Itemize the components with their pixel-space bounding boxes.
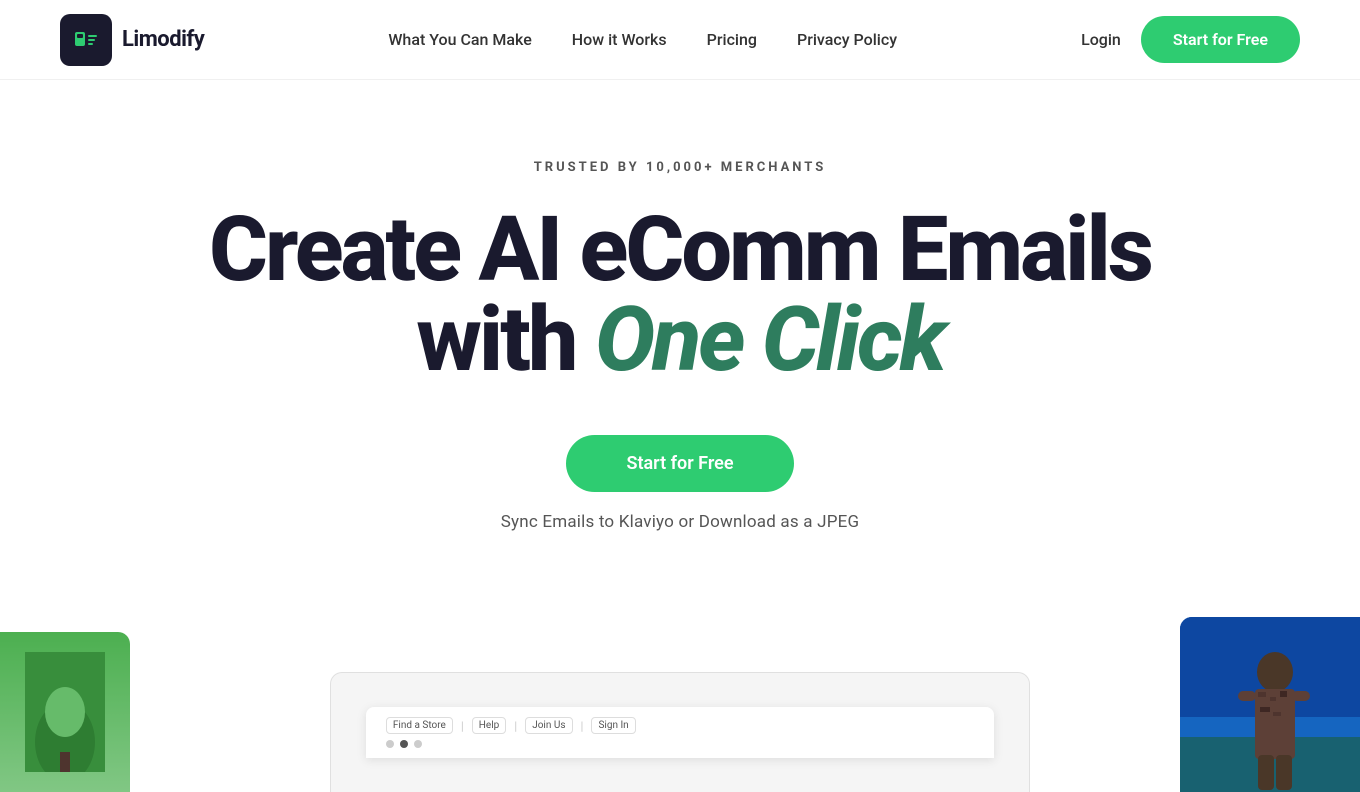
preview-left-tile (0, 632, 130, 792)
nav-pricing[interactable]: Pricing (707, 30, 757, 49)
logo-link[interactable]: Limodify (60, 14, 204, 66)
logo-icon (60, 14, 112, 66)
dot-3 (414, 740, 422, 748)
nav-how-it-works[interactable]: How it Works (572, 30, 667, 49)
preview-left-image (0, 632, 130, 792)
preview-right-image (1180, 617, 1360, 792)
navbar: Limodify What You Can Make How it Works … (0, 0, 1360, 80)
nav-links: What You Can Make How it Works Pricing P… (388, 30, 897, 49)
nav-login[interactable]: Login (1081, 30, 1121, 49)
hero-subtext: Sync Emails to Klaviyo or Download as a … (501, 512, 860, 532)
mockup-navbar: Find a Store | Help | Join Us | Sign In (386, 717, 974, 734)
dot-2 (400, 740, 408, 748)
nav-right: Login Start for Free (1081, 16, 1300, 63)
hero-title-line1: Create AI eComm Emails (209, 205, 1151, 295)
mockup-nav-find-store: Find a Store (386, 717, 453, 734)
hero-one-click-text: One Click (595, 287, 944, 392)
nav-start-free-button[interactable]: Start for Free (1141, 16, 1300, 63)
trusted-badge: TRUSTED BY 10,000+ MERCHANTS (534, 160, 827, 175)
center-mockup: Find a Store | Help | Join Us | Sign In (366, 707, 994, 758)
preview-right-tile (1180, 617, 1360, 792)
preview-center-tile: Find a Store | Help | Join Us | Sign In (330, 672, 1030, 792)
mockup-nav-sign-in: Sign In (591, 717, 635, 734)
nav-what-you-can-make[interactable]: What You Can Make (388, 30, 531, 49)
mockup-nav-help: Help (472, 717, 506, 734)
hero-with-text: with (416, 287, 595, 392)
mockup-nav-join-us: Join Us (525, 717, 572, 734)
hero-start-free-button[interactable]: Start for Free (566, 435, 793, 492)
hero-cta-container: Start for Free Sync Emails to Klaviyo or… (501, 435, 860, 532)
hero-section: TRUSTED BY 10,000+ MERCHANTS Create AI e… (0, 80, 1360, 572)
mockup-dots (386, 740, 974, 748)
hero-title-line2: with One Click (416, 295, 944, 385)
dot-1 (386, 740, 394, 748)
bottom-preview: Find a Store | Help | Join Us | Sign In (0, 592, 1360, 792)
nav-privacy-policy[interactable]: Privacy Policy (797, 30, 897, 49)
logo-text: Limodify (122, 27, 204, 52)
